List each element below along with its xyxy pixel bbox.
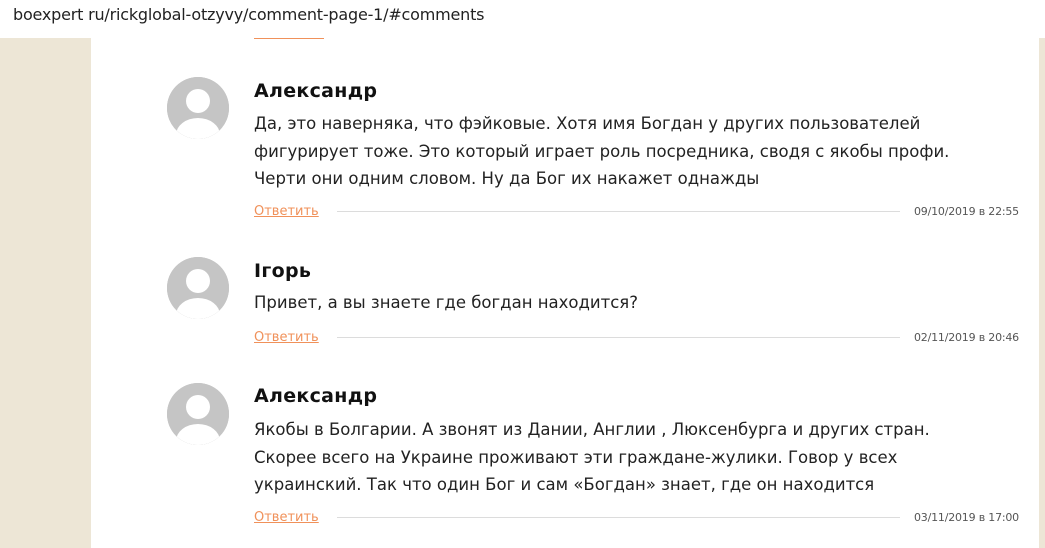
comment-divider [337, 337, 900, 338]
comment-divider [337, 517, 900, 518]
comment-author: Александр [254, 385, 378, 407]
left-sidebar-background [0, 38, 91, 548]
comment-divider [337, 211, 900, 212]
user-silhouette-icon [167, 383, 229, 445]
comment-line: фигурирует тоже. Это который играет роль… [254, 141, 950, 161]
reply-link[interactable]: Ответить [254, 330, 319, 345]
reply-link[interactable]: Ответить [254, 510, 319, 525]
avatar [167, 383, 229, 445]
comment-author: Александр [254, 80, 378, 102]
comment-author: Iгорь [254, 260, 312, 282]
right-edge-background [1039, 38, 1045, 548]
avatar [167, 77, 229, 139]
address-bar-url[interactable]: boexpert ru/rickglobal-otzyvy/comment-pa… [13, 5, 484, 24]
comment-line: Черти они одним словом. Ну да Бог их нак… [254, 169, 760, 188]
user-silhouette-icon [167, 77, 229, 139]
address-bar[interactable]: boexpert ru/rickglobal-otzyvy/comment-pa… [0, 0, 1045, 38]
comment-date: 09/10/2019 в 22:55 [914, 205, 1019, 218]
comment-text: Якобы в Болгарии. А звонят из Дании, Анг… [254, 416, 1014, 499]
comment-line: Привет, а вы знаете где богдан находится… [254, 293, 638, 312]
comment-date: 03/11/2019 в 17:00 [914, 511, 1019, 524]
avatar [167, 257, 229, 319]
reply-link[interactable]: Ответить [254, 204, 319, 219]
accent-line [254, 38, 324, 39]
comment-line: Якобы в Болгарии. А звонят из Дании, Анг… [254, 420, 930, 439]
user-silhouette-icon [167, 257, 229, 319]
comment-text: Привет, а вы знаете где богдан находится… [254, 289, 1014, 317]
comment-line: Скорее всего на Украине проживают эти гр… [254, 447, 898, 467]
comment-date: 02/11/2019 в 20:46 [914, 331, 1019, 344]
comment-line: Да, это наверняка, что фэйковые. Хотя им… [254, 114, 921, 133]
comment-text: Да, это наверняка, что фэйковые. Хотя им… [254, 110, 1014, 193]
comment-line: украинский. Так что один Бог и сам «Богд… [254, 475, 875, 494]
